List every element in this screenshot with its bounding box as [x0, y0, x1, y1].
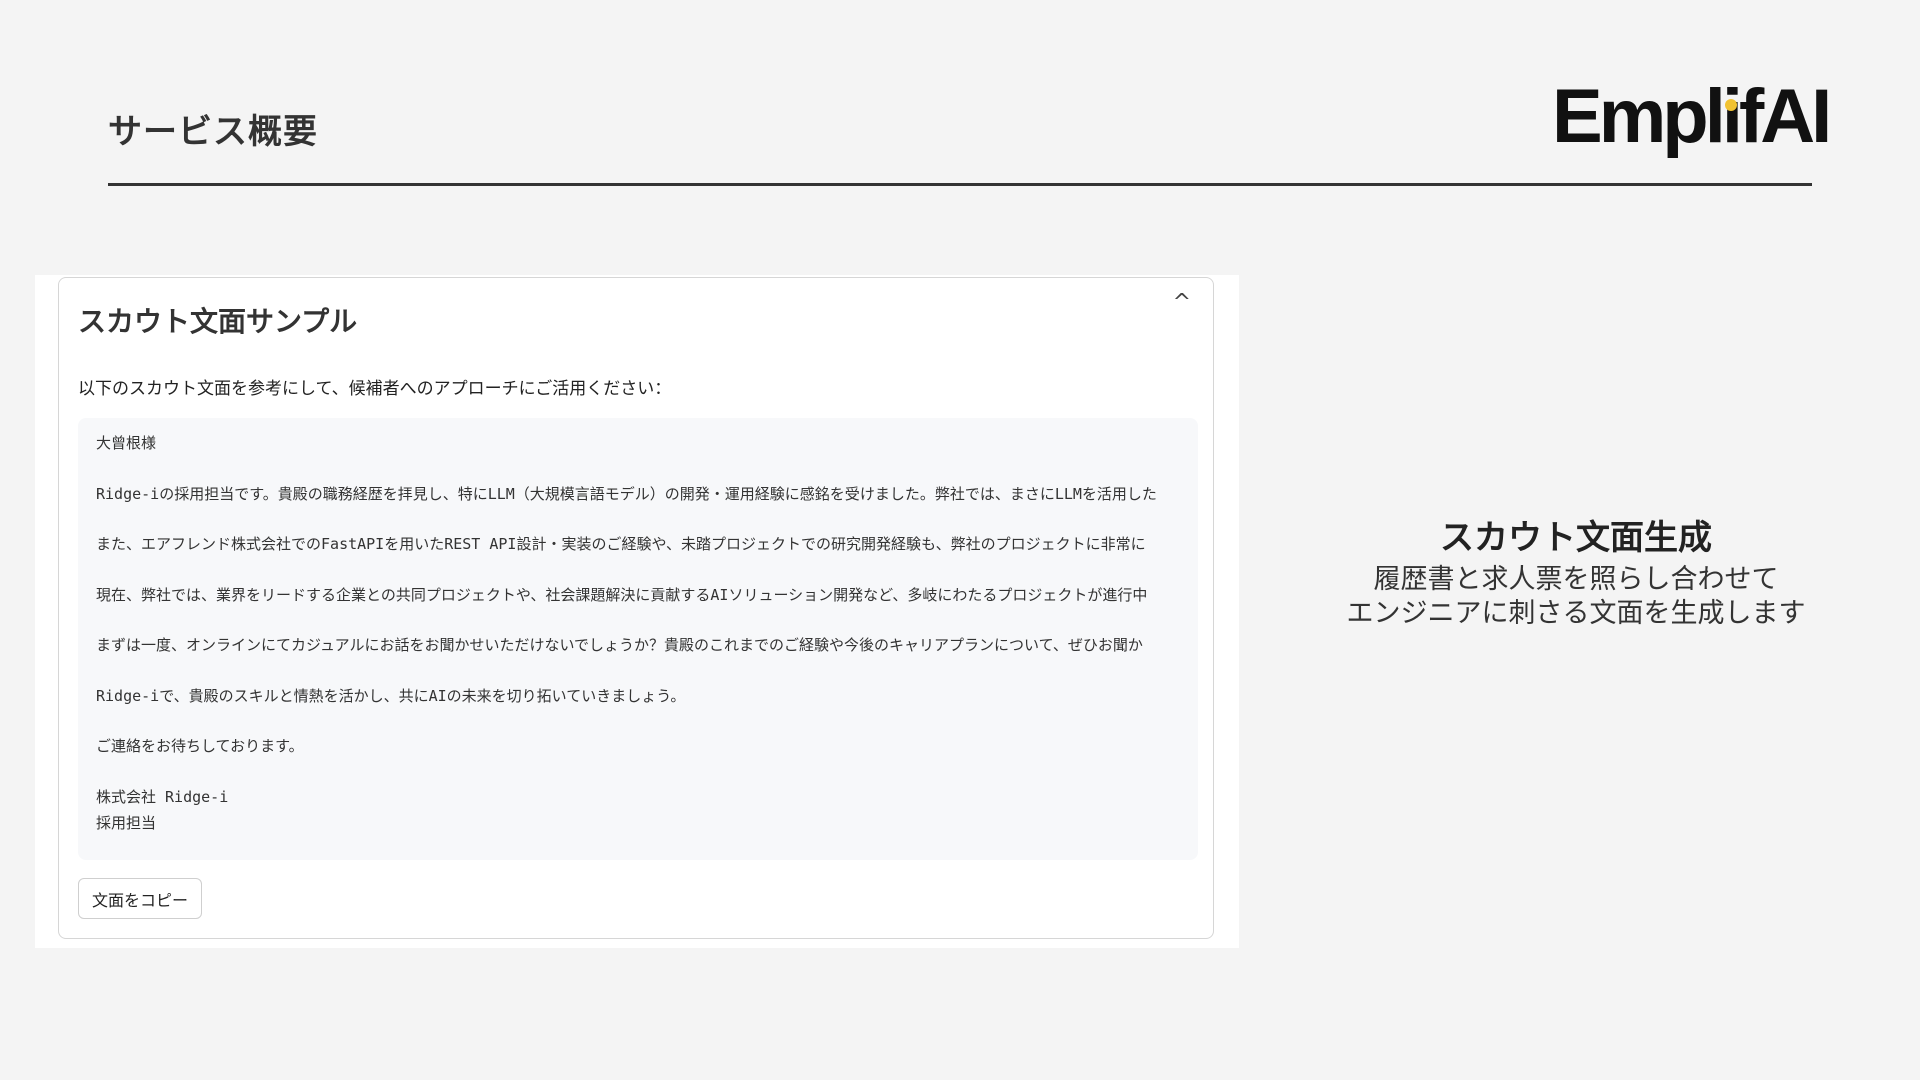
- chevron-up-icon[interactable]: ^: [1173, 290, 1191, 315]
- screenshot-panel: スカウト文面サンプル ^ 以下のスカウト文面を参考にして、候補者へのアプローチに…: [35, 275, 1239, 948]
- copy-text-button[interactable]: 文面をコピー: [78, 878, 203, 919]
- scout-line: ご連絡をお待ちしております。: [96, 737, 304, 755]
- scout-line: まずは一度、オンラインにてカジュアルにお話をお聞かせいただけないでしょうか？貴殿…: [96, 636, 1143, 654]
- card-intro: 以下のスカウト文面を参考にして、候補者へのアプローチにご活用ください：: [78, 379, 672, 399]
- logo-text-prefix: Empl: [1552, 74, 1726, 159]
- emplifai-logo: Empl i fAI: [1552, 72, 1832, 162]
- scout-line: Ridge-iで、貴殿のスキルと情熱を活かし、共にAIの未来を切り拓いていきまし…: [96, 687, 686, 705]
- logo-dot-letter-wrap: i: [1721, 72, 1743, 162]
- scout-line: 現在、弊社では、業界をリードする企業との共同プロジェクトや、社会課題解決に貢献す…: [96, 586, 1148, 604]
- logo-text-suffix: fAI: [1738, 74, 1832, 159]
- feature-title: スカウト文面生成: [1440, 518, 1712, 558]
- scout-line: 大曾根様: [96, 434, 157, 452]
- scout-line: また、エアフレンド株式会社でのFastAPIを用いたREST API設計・実装の…: [96, 535, 1146, 553]
- scout-line: 採用担当: [96, 814, 157, 832]
- scout-sample-card: スカウト文面サンプル ^ 以下のスカウト文面を参考にして、候補者へのアプローチに…: [58, 277, 1214, 939]
- card-title: スカウト文面サンプル: [78, 305, 358, 338]
- scout-text-block: 大曾根様 Ridge-iの採用担当です。貴殿の職務経歴を拝見し、特にLLM（大規…: [78, 418, 1198, 860]
- feature-description: 履歴書と求人票を照らし合わせて エンジニアに刺さる文面を生成します: [1320, 563, 1832, 631]
- feature-description-line-2: エンジニアに刺さる文面を生成します: [1346, 598, 1806, 629]
- header-divider: [108, 183, 1812, 186]
- page-title: サービス概要: [108, 112, 318, 152]
- logo-dot-letter: i: [1721, 74, 1743, 159]
- scout-line: 株式会社 Ridge-i: [96, 788, 229, 806]
- feature-description-line-1: 履歴書と求人票を照らし合わせて: [1373, 564, 1779, 595]
- scout-line: Ridge-iの採用担当です。貴殿の職務経歴を拝見し、特にLLM（大規模言語モデ…: [96, 485, 1157, 503]
